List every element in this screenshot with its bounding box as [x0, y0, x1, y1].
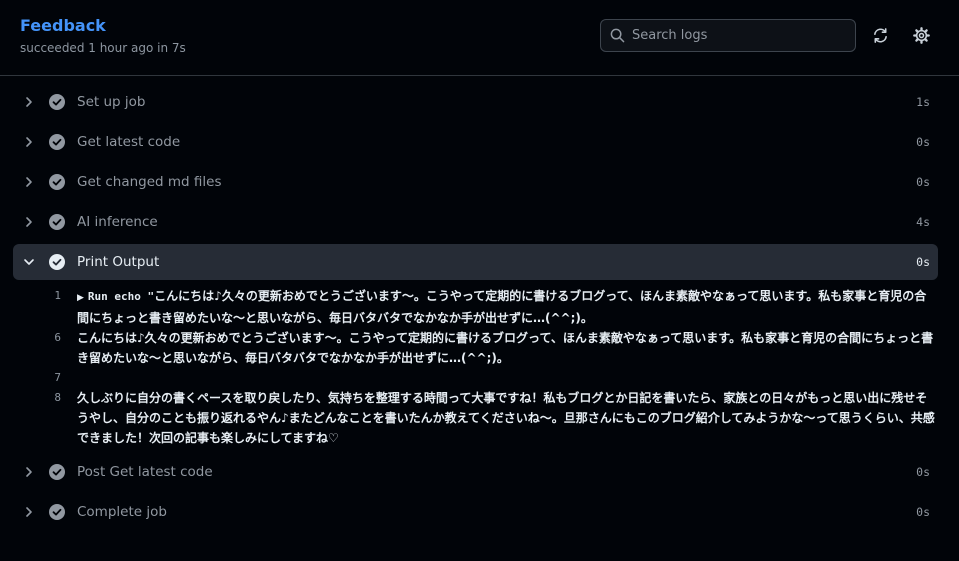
step-duration: 4s — [916, 215, 930, 229]
settings-button[interactable] — [910, 24, 932, 46]
search-logs-box[interactable] — [600, 19, 856, 52]
check-circle-icon — [49, 254, 65, 270]
search-icon — [610, 28, 625, 43]
step-label: Set up job — [77, 94, 146, 110]
log-line: 6 こんにちは♪久々の更新おめでとうございます〜。こうやって定期的に書けるブログ… — [13, 328, 938, 368]
sync-icon — [873, 27, 887, 43]
step-log-output: 1 ▶ Run echo "こんにちは♪久々の更新おめでとうございます〜。こうやっ… — [13, 286, 938, 448]
refresh-button[interactable] — [869, 24, 891, 46]
step-label: Print Output — [77, 254, 160, 270]
chevron-right-icon — [26, 137, 32, 147]
step-label: Get latest code — [77, 134, 181, 150]
check-circle-icon — [49, 504, 65, 520]
log-line-text: 久しぶりに自分の書くペースを取り戻したり、気持ちを整理する時間って大事ですね！私… — [77, 391, 935, 445]
step-get-latest-code[interactable]: Get latest code 0s — [13, 122, 938, 162]
step-label: AI inference — [77, 214, 158, 230]
log-line-number[interactable]: 7 — [35, 368, 61, 388]
log-line-text: こんにちは♪久々の更新おめでとうございます〜。こうやって定期的に書けるブログって… — [77, 289, 927, 325]
job-title[interactable]: Feedback — [20, 16, 106, 35]
log-line-number[interactable]: 8 — [35, 388, 61, 408]
step-set-up-job[interactable]: Set up job 1s — [13, 82, 938, 122]
job-status: succeeded 1 hour ago in 7s — [20, 41, 186, 55]
log-command-prefix: Run echo " — [87, 290, 155, 303]
chevron-down-icon — [24, 259, 34, 265]
log-line: 8 久しぶりに自分の書くペースを取り戻したり、気持ちを整理する時間って大事ですね… — [13, 388, 938, 448]
check-circle-icon — [49, 94, 65, 110]
expand-group-icon[interactable]: ▶ — [77, 293, 84, 303]
step-print-output[interactable]: Print Output 0s — [13, 244, 938, 280]
step-duration: 0s — [916, 135, 930, 149]
search-logs-input[interactable] — [632, 25, 847, 46]
check-circle-icon — [49, 134, 65, 150]
log-line-number[interactable]: 6 — [35, 328, 61, 348]
step-label: Complete job — [77, 504, 167, 520]
gear-icon — [912, 26, 930, 44]
chevron-right-icon — [26, 217, 32, 227]
workflow-job-log-view: Feedback succeeded 1 hour ago in 7s Sear… — [0, 0, 959, 561]
step-get-changed-md-files[interactable]: Get changed md files 0s — [13, 162, 938, 202]
log-line: 7 — [13, 368, 938, 388]
step-complete-job[interactable]: Complete job 0s — [13, 492, 938, 532]
log-line-number[interactable]: 1 — [35, 286, 61, 306]
step-ai-inference[interactable]: AI inference 4s — [13, 202, 938, 242]
chevron-right-icon — [26, 507, 32, 517]
check-circle-icon — [49, 214, 65, 230]
step-duration: 0s — [916, 255, 930, 269]
chevron-right-icon — [26, 177, 32, 187]
job-steps-list: Set up job 1s Get latest code 0s Get cha… — [0, 82, 959, 532]
log-line: 1 ▶ Run echo "こんにちは♪久々の更新おめでとうございます〜。こうやっ… — [13, 286, 938, 328]
log-line-text: こんにちは♪久々の更新おめでとうございます〜。こうやって定期的に書けるブログって… — [77, 331, 934, 365]
step-duration: 1s — [916, 95, 930, 109]
step-post-get-latest-code[interactable]: Post Get latest code 0s — [13, 452, 938, 492]
chevron-right-icon — [26, 467, 32, 477]
job-header: Feedback succeeded 1 hour ago in 7s — [0, 0, 959, 76]
step-label: Get changed md files — [77, 174, 222, 190]
check-circle-icon — [49, 464, 65, 480]
step-duration: 0s — [916, 465, 930, 479]
step-duration: 0s — [916, 175, 930, 189]
chevron-right-icon — [26, 97, 32, 107]
step-duration: 0s — [916, 505, 930, 519]
step-label: Post Get latest code — [77, 464, 213, 480]
check-circle-icon — [49, 174, 65, 190]
